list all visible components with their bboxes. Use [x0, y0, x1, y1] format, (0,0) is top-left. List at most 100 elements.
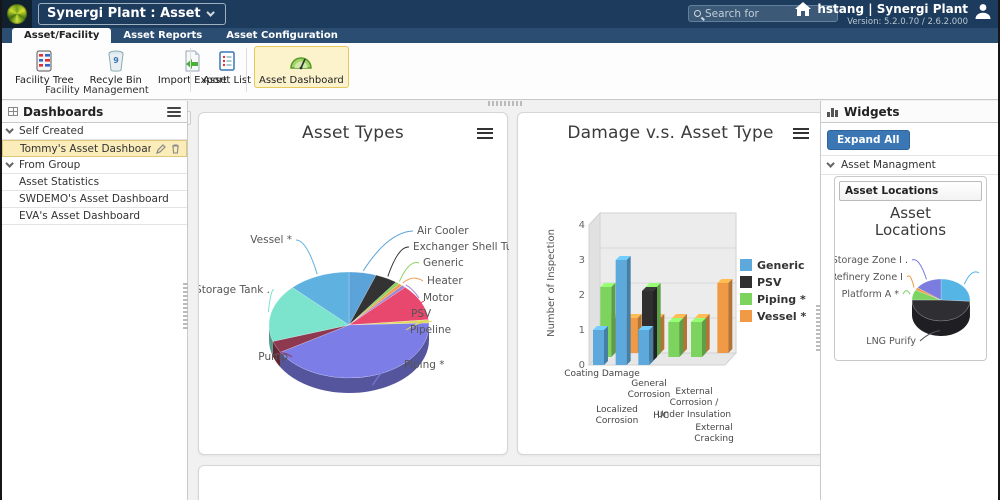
legend-swatch — [740, 259, 752, 271]
asset-types-pie-chart: Air CoolerExchanger Shell TubeGenericHea… — [199, 113, 509, 456]
version-label: Version: 5.2.0.70 / 2.6.2.000 — [817, 17, 968, 27]
home-icon[interactable] — [795, 2, 811, 16]
pie-leader-line — [903, 290, 910, 294]
toolbar-separator — [246, 48, 247, 92]
pie-label: LNG Purify — [866, 336, 916, 347]
pie-label: PSV — [411, 308, 432, 320]
sidebar-item-swdemo-asset-dashboard[interactable]: SWDEMO's Asset Dashboard — [2, 191, 187, 208]
asset-list-button[interactable]: Asset List — [198, 46, 256, 88]
expand-all-button[interactable]: Expand All — [827, 130, 910, 150]
bar-chart-icon — [827, 107, 839, 117]
chevron-down-icon — [5, 125, 13, 133]
legend-label: PSV — [757, 276, 782, 289]
x-axis-label: External Cracking — [676, 423, 752, 446]
top-bar: Synergi Plant : Asset hstang | Synergi P… — [2, 0, 998, 28]
pie-leader-line — [964, 271, 979, 283]
asset-locations-widget: Asset Locations Asset Locations LNG Puri… — [834, 176, 987, 361]
bar — [717, 283, 728, 353]
pie-label: Motor — [423, 292, 454, 304]
recycle-bin-button[interactable]: 9 Recyle Bin — [85, 46, 147, 88]
legend-label: Vessel * — [757, 310, 807, 323]
chevron-down-icon — [206, 8, 214, 16]
sidebar-item-tommys-asset-dashboard[interactable]: Tommy's Asset Dashboard — [2, 140, 187, 157]
body: Dashboards Self Created Tommy's Asset Da… — [2, 101, 998, 500]
asset-management-group-row[interactable]: Asset Managment — [821, 156, 998, 175]
asset-types-widget-card: Air CoolerExchanger Shell TubeGenericHea… — [198, 112, 508, 455]
pie-leader-line — [388, 247, 409, 276]
y-tick-label: 3 — [579, 255, 585, 266]
asset-types-chart-title: Asset Types — [199, 123, 507, 143]
tab-asset-configuration[interactable]: Asset Configuration — [214, 28, 350, 43]
pie-label: Pump — [258, 351, 288, 363]
bar — [638, 330, 649, 365]
application-window: Synergi Plant : Asset hstang | Synergi P… — [0, 0, 1000, 500]
sidebar-item-eva-asset-dashboard[interactable]: EVA's Asset Dashboard — [2, 208, 187, 225]
chart-menu-icon[interactable] — [477, 125, 493, 141]
bar — [593, 330, 604, 365]
asset-locations-widget-header[interactable]: Asset Locations — [839, 181, 982, 201]
legend-swatch — [740, 310, 752, 322]
chart-menu-icon[interactable] — [793, 125, 809, 141]
legend-swatch — [740, 293, 752, 305]
pie-label: Air Cooler — [417, 225, 469, 237]
ribbon-toolbar: Facility Tree 9 Recyle Bin Import Export… — [2, 43, 998, 100]
legend-label: Piping * — [757, 293, 806, 306]
delete-trash-icon[interactable] — [171, 144, 180, 154]
drag-handle-left[interactable] — [183, 281, 188, 329]
facility-management-group-label: Facility Management — [32, 85, 162, 96]
tab-asset-reports[interactable]: Asset Reports — [111, 28, 214, 43]
pie-label: Pipeline — [410, 324, 451, 336]
y-tick-label: 1 — [579, 325, 585, 336]
y-tick-label: 4 — [579, 220, 585, 231]
asset-list-icon — [218, 49, 236, 73]
username-label: hstang | Synergi Plant — [817, 2, 968, 16]
widgets-panel-title: Widgets — [844, 105, 992, 119]
sidebar-group-from-group[interactable]: From Group — [2, 157, 187, 174]
pie-label: Piping * — [404, 359, 445, 371]
asset-locations-pie-chart: LNG Purify Platform A * Refinery Zone I – S… — [835, 240, 988, 370]
toolbar-separator — [190, 48, 191, 92]
widgets-panel: Widgets Expand All Asset Managment Asset… — [820, 101, 998, 500]
dashboard-panel-icon — [8, 107, 18, 116]
pie-label: Platform A * — [842, 289, 900, 300]
recycle-bin-icon: 9 — [106, 49, 126, 73]
pie-leader-line — [363, 231, 413, 271]
next-row-widget-card — [198, 465, 824, 500]
damage-asset-type-widget-card: 01234Number of InspectionGenericPSVPipin… — [517, 112, 824, 455]
app-module-label: Synergi Plant : Asset — [47, 6, 201, 21]
pinwheel-logo-icon — [7, 4, 27, 24]
facility-tree-icon — [34, 49, 54, 73]
user-area: hstang | Synergi Plant Version: 5.2.0.70… — [795, 2, 992, 27]
pie-leader-line — [907, 275, 914, 287]
sidebar-item-asset-statistics[interactable]: Asset Statistics — [2, 174, 187, 191]
user-avatar-icon[interactable] — [974, 2, 992, 20]
pie-label: Heater — [427, 275, 463, 287]
facility-tree-button[interactable]: Facility Tree — [10, 46, 79, 88]
edit-pencil-icon[interactable] — [156, 144, 166, 154]
y-axis-title: Number of Inspection — [546, 229, 557, 337]
asset-dashboard-label: Asset Dashboard — [259, 75, 344, 86]
panel-splitter-handle[interactable] — [188, 111, 191, 125]
pie-label: Storage Tank . — [199, 284, 270, 296]
legend-swatch — [740, 276, 752, 288]
chevron-down-icon — [826, 159, 834, 167]
pie-leader-line — [912, 259, 926, 279]
sidebar-group-self-created[interactable]: Self Created — [2, 123, 187, 140]
bar — [616, 260, 627, 365]
search-icon — [694, 10, 701, 17]
ribbon-tab-bar: Asset/Facility Asset Reports Asset Confi… — [2, 28, 998, 43]
pie-label: Vessel * — [250, 234, 292, 246]
x-axis-label: External Corrosion / Under Insulation — [656, 387, 732, 421]
pie-label: Refinery Zone I — [835, 272, 903, 283]
app-module-selector[interactable]: Synergi Plant : Asset — [38, 3, 226, 25]
pie-leader-line — [403, 278, 423, 283]
y-tick-label: 2 — [579, 290, 585, 301]
asset-dashboard-button[interactable]: Asset Dashboard — [254, 46, 349, 88]
pie-label: – Storage Zone I . — [835, 255, 908, 266]
asset-locations-chart-title: Asset Locations — [835, 205, 986, 240]
chevron-down-icon — [5, 159, 13, 167]
dashboards-menu-icon[interactable] — [167, 105, 181, 119]
damage-chart-title: Damage v.s. Asset Type — [518, 123, 823, 143]
tab-asset-facility[interactable]: Asset/Facility — [12, 28, 111, 43]
drag-handle-horizontal[interactable] — [488, 101, 524, 106]
